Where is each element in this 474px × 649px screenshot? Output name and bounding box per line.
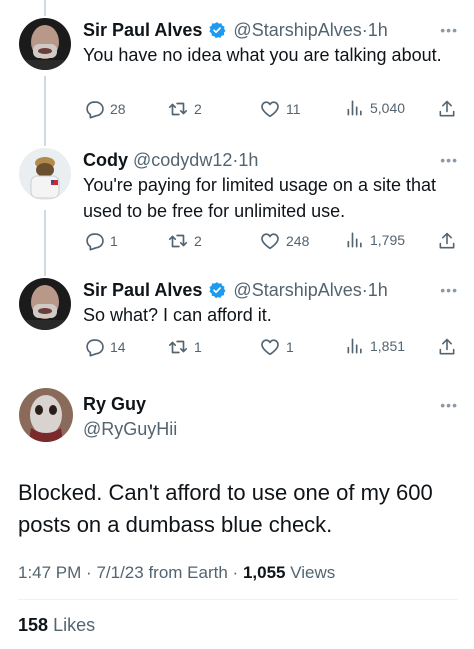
reply-header: Sir Paul Alves @StarshipAlves·1h: [83, 278, 388, 302]
author-name[interactable]: Cody: [83, 150, 128, 170]
more-icon[interactable]: •••: [440, 152, 458, 168]
share-icon: [439, 100, 455, 117]
separator-dot: ·: [86, 563, 92, 582]
views-button[interactable]: 5,040: [345, 98, 405, 118]
share-icon: [439, 338, 455, 355]
reply-button[interactable]: 1: [83, 230, 118, 252]
avatar[interactable]: [19, 278, 71, 330]
like-icon: [261, 101, 279, 118]
reply-count: 28: [110, 101, 126, 117]
like-icon: [261, 233, 279, 250]
repost-button[interactable]: 2: [167, 230, 202, 252]
repost-button[interactable]: 1: [167, 336, 202, 358]
action-bar: 14 1 1 1,851: [83, 336, 458, 360]
like-button[interactable]: 1: [259, 336, 294, 358]
views-count: 1,055: [242, 563, 286, 582]
reply-button[interactable]: 28: [83, 98, 126, 120]
views-count: 5,040: [370, 100, 406, 116]
like-count: 11: [286, 101, 301, 117]
repost-button[interactable]: 2: [167, 98, 202, 120]
share-button[interactable]: [437, 98, 457, 120]
share-icon: [439, 232, 455, 249]
thread-line-top: [44, 0, 46, 16]
views-count: 1,851: [370, 338, 406, 354]
reply-button[interactable]: 14: [83, 336, 126, 358]
tweet-source: from Earth: [148, 563, 228, 582]
tweet-meta: 1:47 PM · 7/1/23 from Earth · 1,055 View…: [18, 563, 335, 583]
like-button[interactable]: 11: [259, 98, 301, 120]
reply-text: So what? I can afford it.: [83, 305, 272, 325]
author-handle[interactable]: @StarshipAlves: [233, 280, 361, 300]
likes-summary[interactable]: 158 Likes: [18, 615, 95, 636]
share-button[interactable]: [437, 336, 457, 358]
author-handle[interactable]: @codydw12: [133, 150, 232, 170]
views-button[interactable]: 1,795: [345, 230, 405, 250]
verified-badge-icon: [209, 282, 226, 299]
more-icon[interactable]: •••: [440, 22, 458, 38]
repost-count: 2: [194, 101, 202, 117]
reply-icon: [86, 233, 104, 251]
share-button[interactable]: [437, 230, 457, 252]
author-name[interactable]: Sir Paul Alves: [83, 280, 202, 300]
action-bar: 1 2 248 1,795: [83, 230, 458, 254]
author-handle[interactable]: @StarshipAlves: [233, 20, 361, 40]
action-bar: 28 2 11 5,040: [83, 98, 458, 122]
author-name[interactable]: Sir Paul Alves: [83, 20, 202, 40]
avatar[interactable]: [19, 388, 73, 442]
avatar[interactable]: [19, 18, 71, 70]
likes-label: Likes: [53, 615, 96, 635]
reply-header: Sir Paul Alves @StarshipAlves·1h: [83, 18, 388, 42]
divider: [18, 599, 458, 600]
repost-icon: [168, 102, 188, 116]
repost-icon: [168, 234, 188, 248]
like-icon: [261, 339, 279, 356]
reply-tweet[interactable]: Cody @codydw12·1h ••• You're paying for …: [0, 148, 474, 258]
like-count: 1: [286, 339, 294, 355]
like-count: 248: [286, 233, 310, 249]
views-button[interactable]: 1,851: [345, 336, 405, 356]
reply-header: Cody @codydw12·1h: [83, 148, 258, 172]
reply-count: 1: [110, 233, 118, 249]
reply-icon: [86, 339, 104, 357]
reply-text: You have no idea what you are talking ab…: [83, 45, 442, 65]
tweet-text: Blocked. Can't afford to use one of my 6…: [18, 480, 433, 537]
reply-count: 14: [110, 339, 126, 355]
reply-tweet[interactable]: Sir Paul Alves @StarshipAlves·1h ••• You…: [0, 18, 474, 128]
tweet-time[interactable]: 1:47 PM: [18, 563, 81, 582]
verified-badge-icon: [209, 22, 226, 39]
reply-icon: [86, 101, 104, 119]
views-count: 1,795: [370, 232, 406, 248]
views-icon: [347, 338, 362, 354]
more-icon[interactable]: •••: [440, 397, 458, 413]
separator-dot: ·: [232, 563, 239, 582]
timestamp[interactable]: 1h: [368, 280, 388, 300]
author-name[interactable]: Ry Guy: [83, 394, 146, 415]
reply-tweet[interactable]: Sir Paul Alves @StarshipAlves·1h ••• So …: [0, 278, 474, 368]
repost-count: 1: [194, 339, 202, 355]
avatar[interactable]: [19, 148, 71, 200]
views-label: Views: [290, 563, 336, 582]
more-icon[interactable]: •••: [440, 282, 458, 298]
author-handle[interactable]: @RyGuyHii: [83, 419, 177, 440]
views-icon: [347, 100, 362, 116]
repost-count: 2: [194, 233, 202, 249]
like-button[interactable]: 248: [259, 230, 309, 252]
timestamp[interactable]: 1h: [368, 20, 388, 40]
tweet-date[interactable]: 7/1/23: [96, 563, 143, 582]
likes-count: 158: [18, 615, 49, 635]
reply-text: You're paying for limited usage on a sit…: [83, 175, 436, 221]
views-icon: [347, 232, 362, 248]
repost-icon: [168, 340, 188, 354]
timestamp[interactable]: 1h: [238, 150, 258, 170]
